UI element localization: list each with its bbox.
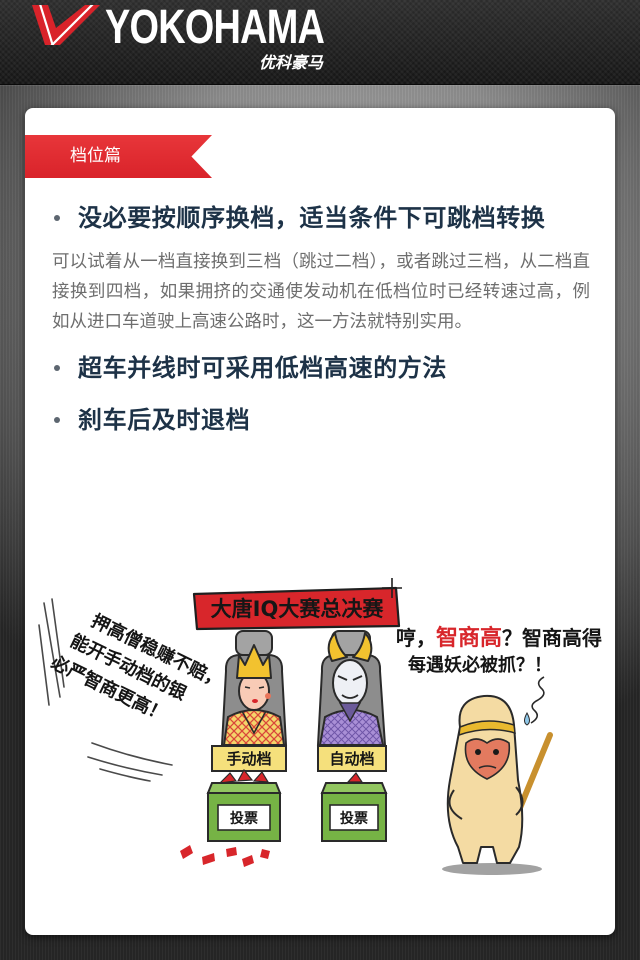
tip-title: 超车并线时可采用低档高速的方法 — [78, 354, 447, 382]
yokohama-logo-icon — [32, 5, 100, 45]
banner-text: 大唐IQ大赛总决赛 — [211, 597, 385, 621]
manual-gear-label: 手动档 — [211, 745, 287, 772]
ballot-label: 投票 — [340, 811, 368, 827]
section-tag-label: 档位篇 — [70, 146, 121, 166]
sweat-drop-icon — [524, 711, 530, 726]
brand-chinese-name: 优科豪马 — [259, 53, 324, 72]
list-item: 超车并线时可采用低档高速的方法 — [25, 352, 615, 384]
ballot-box-lid — [206, 782, 282, 794]
right-speech-caption-line-2: 每遇妖必被抓？！ — [408, 654, 552, 676]
monkey-eye-right — [493, 749, 499, 755]
ballot-box-lid — [320, 782, 388, 794]
demon-face — [332, 659, 368, 707]
auto-gear-label-text: 自动档 — [329, 750, 374, 768]
scattered-ballot-slips — [180, 845, 270, 867]
tip-body: 可以试着从一档直接换到三档（跳过二档），或者跳过三档，从二档直接换到四档，如果拥… — [52, 252, 590, 332]
monk-blush — [265, 693, 271, 699]
tip-title: 刹车后及时退档 — [78, 406, 251, 434]
right-speech-caption-line-1: 哼，智商高？智商高得 — [396, 625, 602, 651]
ground-shadow — [442, 863, 542, 875]
contest-banner: 大唐IQ大赛总决赛 — [192, 578, 402, 631]
tips-list: 没必要按顺序换档，适当条件下可跳档转换 可以试着从一档直接换到三档（跳过二档），… — [25, 202, 615, 436]
list-item: 没必要按顺序换档，适当条件下可跳档转换 可以试着从一档直接换到三档（跳过二档），… — [25, 202, 615, 337]
manual-gear-label-text: 手动档 — [226, 750, 271, 768]
ballot-box-manual: 投票 — [206, 768, 282, 842]
monkey-king-figure — [442, 694, 553, 875]
monk-robe — [222, 709, 286, 746]
article-card: 档位篇 没必要按顺序换档，适当条件下可跳档转换 可以试着从一档直接换到三档（跳过… — [25, 108, 615, 935]
bullet-dot — [54, 215, 60, 221]
ballot-slips-top — [346, 772, 364, 783]
monk-mouth — [252, 699, 258, 703]
ballot-box-auto: 投票 — [320, 772, 388, 842]
monkey-eye-left — [475, 749, 481, 755]
caption-rest: ？智商高得 — [502, 626, 602, 650]
bullet-dot — [54, 365, 60, 371]
auto-gear-label: 自动档 — [317, 745, 387, 772]
tip-title: 没必要按顺序换档，适当条件下可跳档转换 — [78, 204, 546, 232]
caption-prefix: 哼， — [396, 626, 436, 650]
bullet-dot — [54, 417, 60, 423]
ballot-label: 投票 — [230, 811, 258, 827]
list-item: 刹车后及时退档 — [25, 404, 615, 436]
section-tag: 档位篇 — [25, 135, 212, 178]
caption-highlight: 智商高 — [436, 625, 502, 651]
app-header: YOKOHAMA 优科豪马 — [0, 0, 640, 85]
brand-wordmark: YOKOHAMA — [105, 1, 325, 54]
thought-squiggle — [530, 676, 545, 724]
cartoon-illustration: 大唐IQ大赛总决赛 押高僧稳赚不赔， 能开手动档的银 必严智商更高！ 手动档 自… — [38, 578, 602, 875]
